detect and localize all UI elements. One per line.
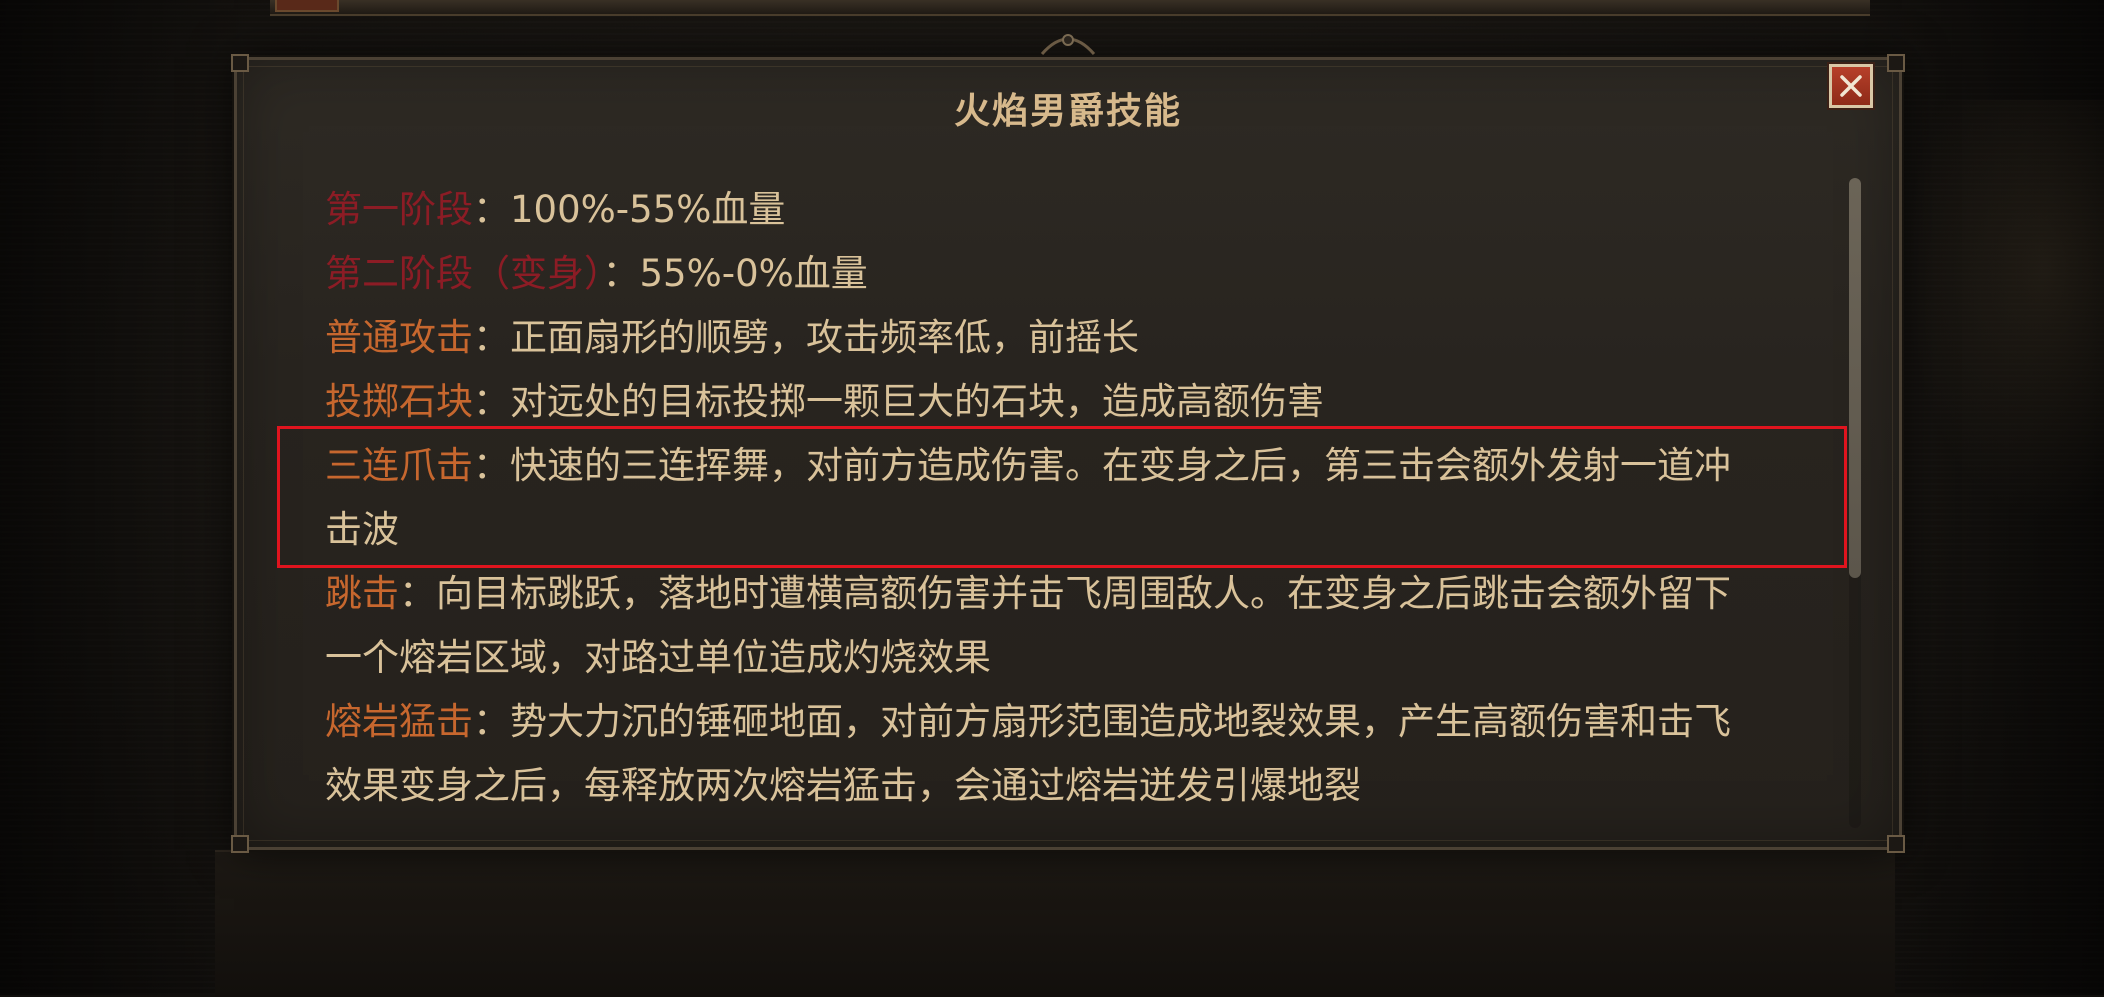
skill-separator: ：: [473, 316, 510, 359]
corner-ornament: [231, 835, 249, 853]
skill-description: 势大力沉的锤砸地面，对前方扇形范围造成地裂效果，产生高额伤害和击飞效果变身之后，…: [325, 700, 1731, 807]
scrollbar-thumb[interactable]: [1849, 178, 1861, 578]
skill-entry-lava-slam: 熔岩猛击：势大力沉的锤砸地面，对前方扇形范围造成地裂效果，产生高额伤害和击飞效果…: [325, 690, 1765, 818]
skill-name: 三连爪击: [325, 444, 473, 487]
skill-name: 第二阶段（变身）: [325, 252, 603, 295]
skill-description: 快速的三连挥舞，对前方造成伤害。在变身之后，第三击会额外发射一道冲击波: [325, 444, 1731, 551]
skill-separator: ：: [473, 444, 510, 487]
skill-entry-triple-claw: 三连爪击：快速的三连挥舞，对前方造成伤害。在变身之后，第三击会额外发射一道冲击波: [325, 434, 1765, 562]
skill-description: 向目标跳跃，落地时遭横高额伤害并击飞周围敌人。在变身之后跳击会额外留下一个熔岩区…: [325, 572, 1731, 679]
skill-separator: ：: [473, 700, 510, 743]
background-top-button: [275, 0, 339, 12]
skill-description: 对远处的目标投掷一颗巨大的石块，造成高额伤害: [510, 380, 1324, 423]
skill-description: 55%-0%血量: [639, 252, 868, 295]
corner-ornament: [231, 54, 249, 72]
skill-entry-throw-rock: 投掷石块：对远处的目标投掷一颗巨大的石块，造成高额伤害: [325, 370, 1765, 434]
corner-ornament: [1887, 835, 1905, 853]
close-icon: [1840, 75, 1862, 97]
corner-ornament: [1887, 54, 1905, 72]
skill-separator: ：: [602, 252, 640, 295]
close-button[interactable]: [1829, 64, 1873, 108]
skill-separator: ：: [399, 572, 436, 615]
scrollbar[interactable]: [1849, 178, 1861, 828]
top-ornament-icon: [1040, 34, 1096, 55]
skill-entry-jump-strike: 跳击：向目标跳跃，落地时遭横高额伤害并击飞周围敌人。在变身之后跳击会额外留下一个…: [325, 562, 1765, 690]
skill-name: 投掷石块: [325, 380, 473, 423]
background-lower-frame: [215, 850, 1895, 997]
skill-name: 普通攻击: [325, 316, 473, 359]
skill-entry-phase-2: 第二阶段（变身）：55%-0%血量: [325, 242, 1765, 306]
skill-entry-normal-attack: 普通攻击：正面扇形的顺劈，攻击频率低，前摇长: [325, 306, 1765, 370]
skill-description: 正面扇形的顺劈，攻击频率低，前摇长: [510, 316, 1139, 359]
background-parchment: [1904, 100, 2104, 520]
skills-dialog: 火焰男爵技能 第一阶段：100%-55%血量 第二阶段（变身）：55%-0%血量…: [231, 34, 1905, 853]
skill-name: 跳击: [325, 572, 399, 615]
skills-list[interactable]: 第一阶段：100%-55%血量 第二阶段（变身）：55%-0%血量 普通攻击：正…: [325, 178, 1765, 828]
skill-separator: ：: [473, 188, 510, 231]
background-top-bar: [270, 0, 1870, 16]
skill-entry-phase-1: 第一阶段：100%-55%血量: [325, 178, 1765, 242]
skill-name: 第一阶段: [325, 188, 473, 231]
skill-description: 100%-55%血量: [510, 188, 786, 231]
skill-name: 熔岩猛击: [325, 700, 473, 743]
dialog-title: 火焰男爵技能: [953, 91, 1182, 132]
skill-separator: ：: [473, 380, 510, 423]
